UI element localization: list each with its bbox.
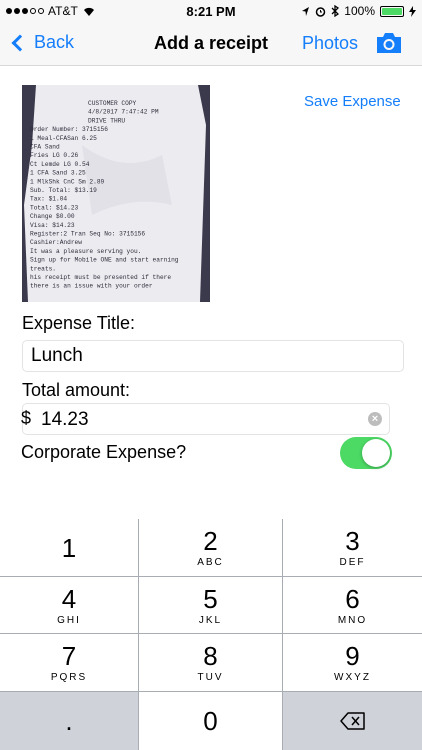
receipt-image: CUSTOMER COPY 4/8/2017 7:47:42 PMDRIVE TH… xyxy=(22,85,210,302)
key-0[interactable]: 0 xyxy=(139,692,283,750)
receipt-text-line: Change $0.00 xyxy=(30,213,75,220)
toggle-knob xyxy=(362,439,390,467)
key-7-digit: 7 xyxy=(61,641,77,671)
receipt-text-line: Sub. Total: $13.19 xyxy=(30,187,97,194)
receipt-text-line: Order Number: 3715156 xyxy=(30,126,108,133)
total-amount-field[interactable]: 14.23 xyxy=(22,403,390,435)
receipt-text-line: Tax: $1.04 xyxy=(30,196,67,203)
status-bar: AT&T 8:21 PM 100% xyxy=(0,0,422,22)
receipt-text-line: Fries LG 0.26 xyxy=(30,152,79,159)
receipt-text-line: Sign up for Mobile ONE and start earning xyxy=(30,257,179,264)
key-9[interactable]: 9 WXYZ xyxy=(283,634,422,692)
key-5[interactable]: 5 JKL xyxy=(139,577,283,634)
delete-key[interactable] xyxy=(283,692,422,750)
key-5-letters: JKL xyxy=(198,615,223,626)
receipt-text-line: Ct Lemde LG 0.54 xyxy=(30,161,90,168)
receipt-text-line: Visa: $14.23 xyxy=(30,222,75,229)
camera-icon[interactable] xyxy=(375,32,403,54)
key-9-letters: WXYZ xyxy=(334,672,371,683)
status-right: 100% xyxy=(301,4,416,18)
key-decimal[interactable]: . xyxy=(0,692,139,750)
receipt-text-line: 1 Meal-CFASan 6.25 xyxy=(30,135,97,142)
expense-title-field[interactable]: Lunch xyxy=(22,340,404,372)
receipt-text-line: DRIVE THRU xyxy=(88,117,125,124)
total-amount-label: Total amount: xyxy=(22,380,131,400)
receipt-text-line: there is an issue with your order xyxy=(30,283,153,290)
key-1-digit: 1 xyxy=(61,533,77,563)
key-4-digit: 4 xyxy=(61,584,77,614)
key-6-letters: MNO xyxy=(337,615,368,626)
save-expense-button[interactable]: Save Expense xyxy=(304,93,401,110)
key-8-letters: TUV xyxy=(197,672,224,683)
alarm-icon xyxy=(316,6,326,17)
receipt-text-line: CFA Sand xyxy=(30,144,60,151)
key-7[interactable]: 7 PQRS xyxy=(0,634,139,692)
receipt-text-line: his receipt must be presented if there xyxy=(30,274,171,281)
key-3-letters: DEF xyxy=(339,557,366,568)
corporate-expense-label: Corporate Expense? xyxy=(21,442,187,462)
receipt-text-line: Register:2 Tran Seq No: 3715156 xyxy=(30,231,145,238)
expense-title-label: Expense Title: xyxy=(22,313,136,333)
key-2[interactable]: 2 ABC xyxy=(139,519,283,577)
receipt-text-line: Cashier:Andrew xyxy=(30,239,82,246)
receipt-text-line: 4/8/2017 7:47:42 PM xyxy=(88,109,159,116)
location-icon xyxy=(302,6,310,16)
backspace-icon xyxy=(339,712,365,730)
receipt-text-line: CUSTOMER COPY xyxy=(88,100,137,107)
currency-symbol: $ xyxy=(21,408,32,428)
key-5-digit: 5 xyxy=(203,584,218,614)
corporate-expense-toggle[interactable] xyxy=(340,437,392,469)
page-title: Add a receipt xyxy=(153,33,269,53)
key-4[interactable]: 4 GHI xyxy=(0,577,139,634)
key-8-digit: 8 xyxy=(203,641,218,671)
key-8[interactable]: 8 TUV xyxy=(139,634,283,692)
key-3[interactable]: 3 DEF xyxy=(283,519,422,577)
key-1[interactable]: 1 xyxy=(0,519,139,577)
photos-button[interactable]: Photos xyxy=(302,33,358,54)
key-3-digit: 3 xyxy=(345,526,360,556)
key-4-letters: GHI xyxy=(57,615,81,626)
charging-icon xyxy=(409,5,416,17)
key-6-digit: 6 xyxy=(345,584,360,614)
receipt-text-line: treats. xyxy=(30,265,56,272)
key-2-digit: 2 xyxy=(203,526,218,556)
key-6[interactable]: 6 MNO xyxy=(283,577,422,634)
battery-icon xyxy=(380,5,404,17)
key-0-digit: 0 xyxy=(203,706,218,736)
navigation-bar: Back Add a receipt Photos xyxy=(0,22,422,66)
clear-icon[interactable]: × xyxy=(368,412,382,426)
receipt-text-line: 1 CFA Sand 3.25 xyxy=(30,170,86,177)
receipt-text-line: It was a pleasure serving you. xyxy=(30,248,141,255)
bluetooth-icon xyxy=(331,5,340,17)
numeric-keypad: 1 2 ABC 3 DEF 4 GHI 5 JKL 6 MNO 7 PQRS 8… xyxy=(0,519,422,750)
key-decimal-symbol: . xyxy=(65,706,73,736)
receipt-text-line: Total: $14.23 xyxy=(30,204,79,211)
receipt-text-line: 1 MlkShk CnC Sm 2.89 xyxy=(30,178,105,185)
key-2-letters: ABC xyxy=(197,557,224,568)
battery-percentage: 100% xyxy=(344,4,375,18)
key-9-digit: 9 xyxy=(345,641,360,671)
receipt-photo[interactable]: CUSTOMER COPY 4/8/2017 7:47:42 PM DRIVE TH… xyxy=(22,85,210,302)
key-7-letters: PQRS xyxy=(50,672,88,683)
